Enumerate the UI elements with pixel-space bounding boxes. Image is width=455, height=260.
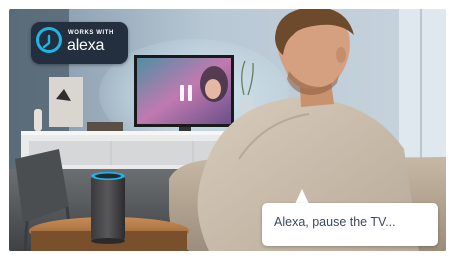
- speech-bubble-tail: [295, 189, 309, 204]
- echo-speaker: [91, 175, 125, 241]
- photo-frame: WORKS WITH alexa Alexa, pause the TV...: [9, 9, 446, 251]
- works-with-alexa-badge: WORKS WITH alexa: [31, 22, 128, 64]
- badge-alexa-text: alexa: [67, 37, 105, 54]
- alexa-logo-icon: [36, 27, 62, 53]
- speech-bubble-text: Alexa, pause the TV...: [274, 215, 396, 229]
- speech-bubble: Alexa, pause the TV...: [262, 203, 438, 246]
- badge-works-with-text: WORKS WITH: [68, 30, 114, 36]
- pause-icon: [180, 85, 194, 101]
